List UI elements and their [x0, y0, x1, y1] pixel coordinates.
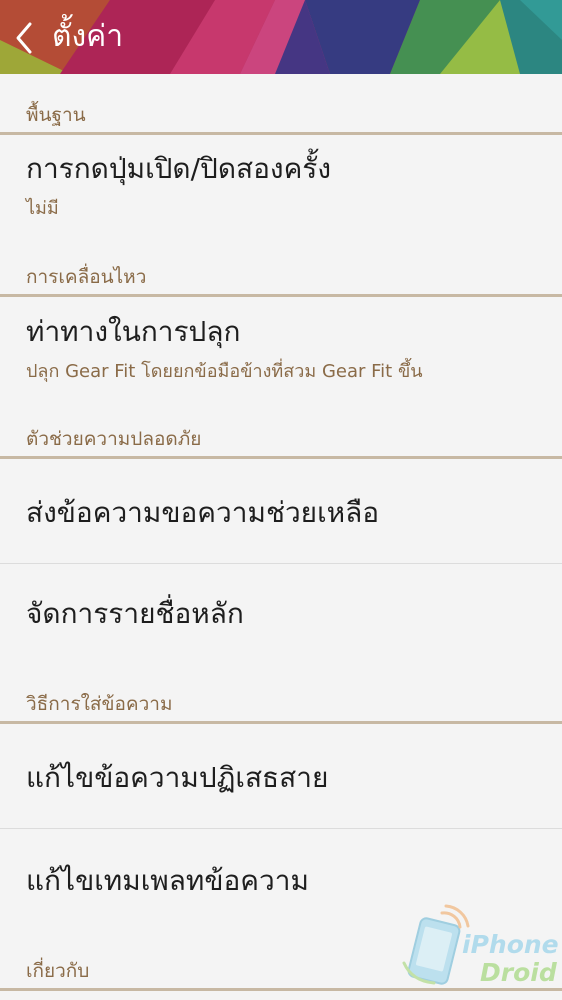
section-label: พื้นฐาน [26, 104, 86, 126]
item-title: ท่าทางในการปลุก [26, 315, 241, 348]
section-label: การเคลื่อนไหว [26, 266, 147, 288]
edit-reject-messages-item[interactable]: แก้ไขข้อความปฏิเสธสาย [0, 724, 562, 828]
chevron-left-icon [16, 22, 32, 54]
section-header-basic: พื้นฐาน [0, 77, 562, 135]
manage-primary-contacts-item[interactable]: จัดการรายชื่อหลัก [0, 564, 562, 668]
item-title: จัดการรายชื่อหลัก [26, 597, 244, 630]
iphonedroid-watermark: iPhone Droid [398, 903, 560, 993]
item-title: ส่งข้อความขอความช่วยเหลือ [26, 496, 380, 529]
section-label: ตัวช่วยความปลอดภัย [26, 428, 202, 450]
watermark-line2: Droid [480, 958, 558, 987]
item-title: แก้ไขข้อความปฏิเสธสาย [26, 761, 329, 794]
back-button[interactable] [10, 20, 40, 56]
item-subtitle: ไม่มี [26, 198, 59, 219]
watermark-line1: iPhone [462, 930, 559, 959]
section-label: วิธีการใส่ข้อความ [26, 693, 173, 715]
double-press-power-item[interactable]: การกดปุ่มเปิด/ปิดสองครั้ง ไม่มี [0, 135, 562, 239]
item-subtitle: ปลุก Gear Fit โดยยกข้อมือข้างที่สวม Gear… [26, 361, 423, 382]
wake-up-gesture-item[interactable]: ท่าทางในการปลุก ปลุก Gear Fit โดยยกข้อมื… [0, 297, 562, 401]
app-header: ตั้งค่า [0, 0, 562, 74]
phone-logo-icon [402, 904, 470, 985]
send-sos-message-item[interactable]: ส่งข้อความขอความช่วยเหลือ [0, 459, 562, 563]
section-header-motion: การเคลื่อนไหว [0, 239, 562, 297]
item-title: การกดปุ่มเปิด/ปิดสองครั้ง [26, 152, 332, 185]
page-title: ตั้งค่า [52, 19, 124, 54]
section-header-input-method: วิธีการใส่ข้อความ [0, 666, 562, 724]
section-label: เกี่ยวกับ [26, 960, 90, 982]
section-header-safety: ตัวช่วยความปลอดภัย [0, 401, 562, 459]
item-title: แก้ไขเทมเพลทข้อความ [26, 864, 309, 897]
